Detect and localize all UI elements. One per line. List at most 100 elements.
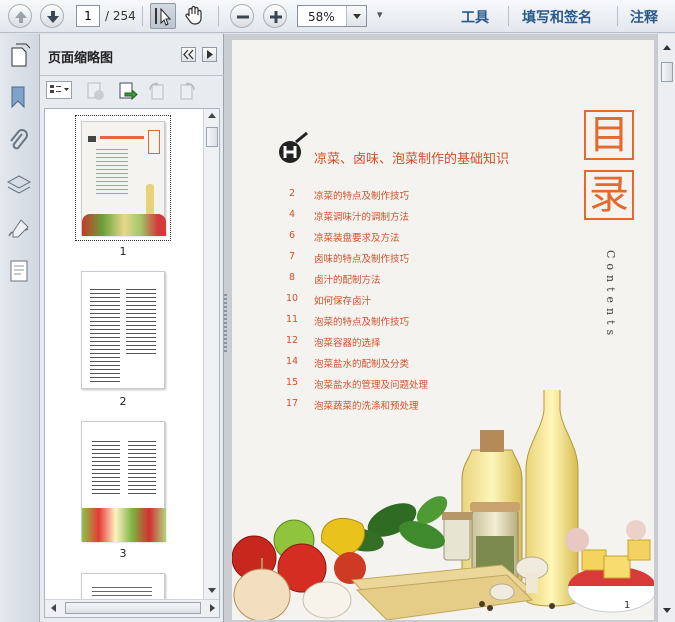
bookmark-icon xyxy=(11,86,25,109)
toolbar-divider xyxy=(218,6,219,26)
zoom-select[interactable]: 58% xyxy=(297,5,367,27)
panel-title: 页面缩略图 xyxy=(48,51,114,66)
toc-page-number: 6 xyxy=(288,230,296,241)
toc-title: 泡菜的特点及制作技巧 xyxy=(314,317,410,328)
cooking-logo-icon xyxy=(279,132,308,163)
contents-vertical-label: Contents xyxy=(604,250,617,341)
toc-entry[interactable]: 11 泡菜的特点及制作技巧 xyxy=(282,314,502,330)
toc-page-number: 11 xyxy=(285,314,299,325)
toc-title: 凉菜装盘要求及方法 xyxy=(314,233,400,244)
delete-pages-icon[interactable] xyxy=(84,80,106,102)
thumb-heading-line xyxy=(100,136,144,139)
toc-title: 泡菜盐水的管理及问题处理 xyxy=(314,380,429,391)
toc-title: 泡菜盐水的配制及分类 xyxy=(314,359,410,370)
toc-page-number: 12 xyxy=(285,335,299,346)
navigation-sidebar xyxy=(0,34,40,622)
thumb-vegetables xyxy=(82,214,166,236)
play-right-icon xyxy=(207,50,213,59)
toc-entry[interactable]: 8 卤汁的配制方法 xyxy=(282,272,502,288)
attachments-button[interactable] xyxy=(6,128,32,154)
signature-pen-icon xyxy=(8,219,29,238)
toc-page-number: 7 xyxy=(288,251,296,262)
arrow-up-icon xyxy=(15,11,27,23)
thumb-text-column-right xyxy=(128,438,156,494)
thumbnail-vertical-scrollbar[interactable] xyxy=(203,109,219,599)
toc-page-number: 4 xyxy=(288,209,296,220)
plus-icon xyxy=(270,11,282,23)
toc-entry[interactable]: 14 泡菜盐水的配制及分类 xyxy=(282,356,502,372)
toolbar-divider xyxy=(508,6,509,26)
panel-options-button[interactable] xyxy=(202,47,217,62)
bookmarks-button[interactable] xyxy=(6,84,32,110)
minus-icon xyxy=(237,15,249,19)
thumbnail-page-3[interactable] xyxy=(81,421,166,542)
thumbnail-hscroll-thumb[interactable] xyxy=(65,602,201,614)
thumbnail-label: 1 xyxy=(119,245,127,258)
scroll-down-icon xyxy=(663,608,671,613)
next-page-button[interactable] xyxy=(40,4,64,28)
zoom-out-button[interactable] xyxy=(230,4,254,28)
toc-entry[interactable]: 2 凉菜的特点及制作技巧 xyxy=(282,188,502,204)
thumb-toc-lines xyxy=(96,146,128,196)
double-chevron-left-icon xyxy=(183,49,194,60)
comment-pane-button[interactable]: 注释 xyxy=(630,7,658,27)
content-pane-button[interactable] xyxy=(6,258,32,284)
select-tool-button[interactable] xyxy=(150,3,176,29)
toc-entry[interactable]: 4 凉菜调味汁的调制方法 xyxy=(282,209,502,225)
scroll-left-icon xyxy=(51,604,56,612)
document-viewport[interactable]: 凉菜、卤味、泡菜制作的基础知识 2 凉菜的特点及制作技巧 4 凉菜调味汁的调制方法 … xyxy=(224,34,675,622)
pdf-page: 凉菜、卤味、泡菜制作的基础知识 2 凉菜的特点及制作技巧 4 凉菜调味汁的调制方法 … xyxy=(232,40,654,620)
thumb-title-box xyxy=(148,130,160,154)
toc-page-number: 15 xyxy=(285,377,299,388)
rotate-counterclockwise-icon[interactable] xyxy=(146,80,168,102)
toolbar-divider xyxy=(617,6,618,26)
page-number-input[interactable] xyxy=(76,5,100,27)
tools-pane-button[interactable]: 工具 xyxy=(461,7,489,27)
thumb-text-column-right xyxy=(126,286,156,356)
toc-heading: 凉菜、卤味、泡菜制作的基础知识 xyxy=(314,152,510,167)
document-scroll-thumb[interactable] xyxy=(661,62,673,82)
hand-tool-button[interactable] xyxy=(182,3,208,29)
scroll-up-icon xyxy=(208,113,216,118)
page-total-label: / 254 xyxy=(105,9,136,23)
scroll-down-icon xyxy=(208,588,216,593)
toc-page-number: 2 xyxy=(288,188,296,199)
signatures-button[interactable] xyxy=(6,216,32,242)
zoom-in-button[interactable] xyxy=(263,4,287,28)
rotate-clockwise-icon[interactable] xyxy=(176,80,198,102)
thumbnail-page-1[interactable] xyxy=(81,121,166,236)
document-vertical-scrollbar[interactable] xyxy=(657,34,675,622)
panel-splitter-handle[interactable] xyxy=(224,294,227,354)
title-char-lu: 录 xyxy=(584,170,634,220)
thumbnail-page-2[interactable] xyxy=(81,271,165,389)
toolbar-divider xyxy=(142,6,143,26)
collapse-panel-button[interactable] xyxy=(181,47,196,62)
paperclip-icon xyxy=(10,129,28,150)
previous-page-button[interactable] xyxy=(8,4,32,28)
document-lines-icon xyxy=(10,260,28,282)
thumb-text-column-left xyxy=(90,286,120,382)
list-options-icon xyxy=(50,85,69,93)
more-tools-menu[interactable]: ▾ xyxy=(377,8,383,21)
toc-title: 卤汁的配制方法 xyxy=(314,275,381,286)
thumbnail-horizontal-scrollbar[interactable] xyxy=(45,599,219,617)
zoom-dropdown-button[interactable] xyxy=(346,6,366,26)
toc-entry[interactable]: 6 凉菜装盘要求及方法 xyxy=(282,230,502,246)
toc-title: 泡菜容器的选择 xyxy=(314,338,381,349)
toc-entry[interactable]: 10 如何保存卤汁 xyxy=(282,293,502,309)
insert-page-icon[interactable] xyxy=(116,80,138,102)
main-toolbar: / 254 58% ▾ 工具 填写和签名 注释 xyxy=(0,0,675,33)
thumbnail-scroll-thumb[interactable] xyxy=(206,127,218,147)
toc-title: 如何保存卤汁 xyxy=(314,296,372,307)
layers-button[interactable] xyxy=(6,172,32,198)
toc-title: 凉菜的特点及制作技巧 xyxy=(314,191,410,202)
thumb-logo xyxy=(88,136,96,142)
toc-entry[interactable]: 7 卤味的特点及制作技巧 xyxy=(282,251,502,267)
fill-sign-pane-button[interactable]: 填写和签名 xyxy=(522,7,592,27)
thumbnail-list[interactable]: 1 2 3 xyxy=(44,108,220,618)
thumbnail-options-menu[interactable] xyxy=(46,81,72,99)
toc-page-number: 10 xyxy=(285,293,299,304)
hand-icon xyxy=(185,5,202,25)
pages-icon[interactable] xyxy=(8,42,30,68)
toc-entry[interactable]: 12 泡菜容器的选择 xyxy=(282,335,502,351)
